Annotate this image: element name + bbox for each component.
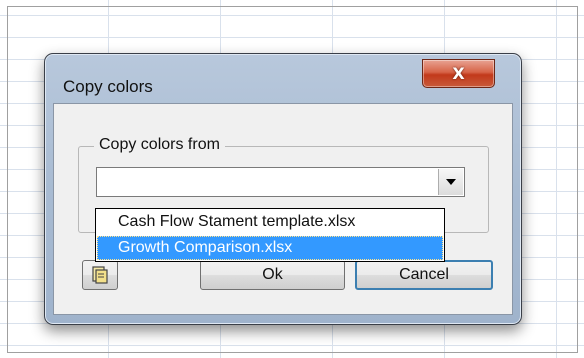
dialog-title: Copy colors <box>63 77 153 96</box>
source-workbook-combobox[interactable] <box>96 167 465 197</box>
copy-colors-dialog: Copy colors X Copy colors from Ok Cancel <box>44 53 522 325</box>
ok-button[interactable]: Ok <box>200 260 345 290</box>
document-icon <box>92 266 108 284</box>
group-label: Copy colors from <box>94 136 225 154</box>
list-item-selected[interactable]: Growth Comparison.xlsx <box>97 236 443 260</box>
list-item[interactable]: Cash Flow Stament template.xlsx <box>97 210 443 234</box>
workbook-dropdown-list: Cash Flow Stament template.xlsx Growth C… <box>95 208 445 262</box>
cancel-button[interactable]: Cancel <box>355 260 493 290</box>
close-icon: X <box>452 64 465 83</box>
chevron-down-icon <box>446 179 456 185</box>
combo-dropdown-button[interactable] <box>438 169 463 195</box>
document-icon-button[interactable] <box>82 260 118 290</box>
close-button[interactable]: X <box>422 59 495 88</box>
